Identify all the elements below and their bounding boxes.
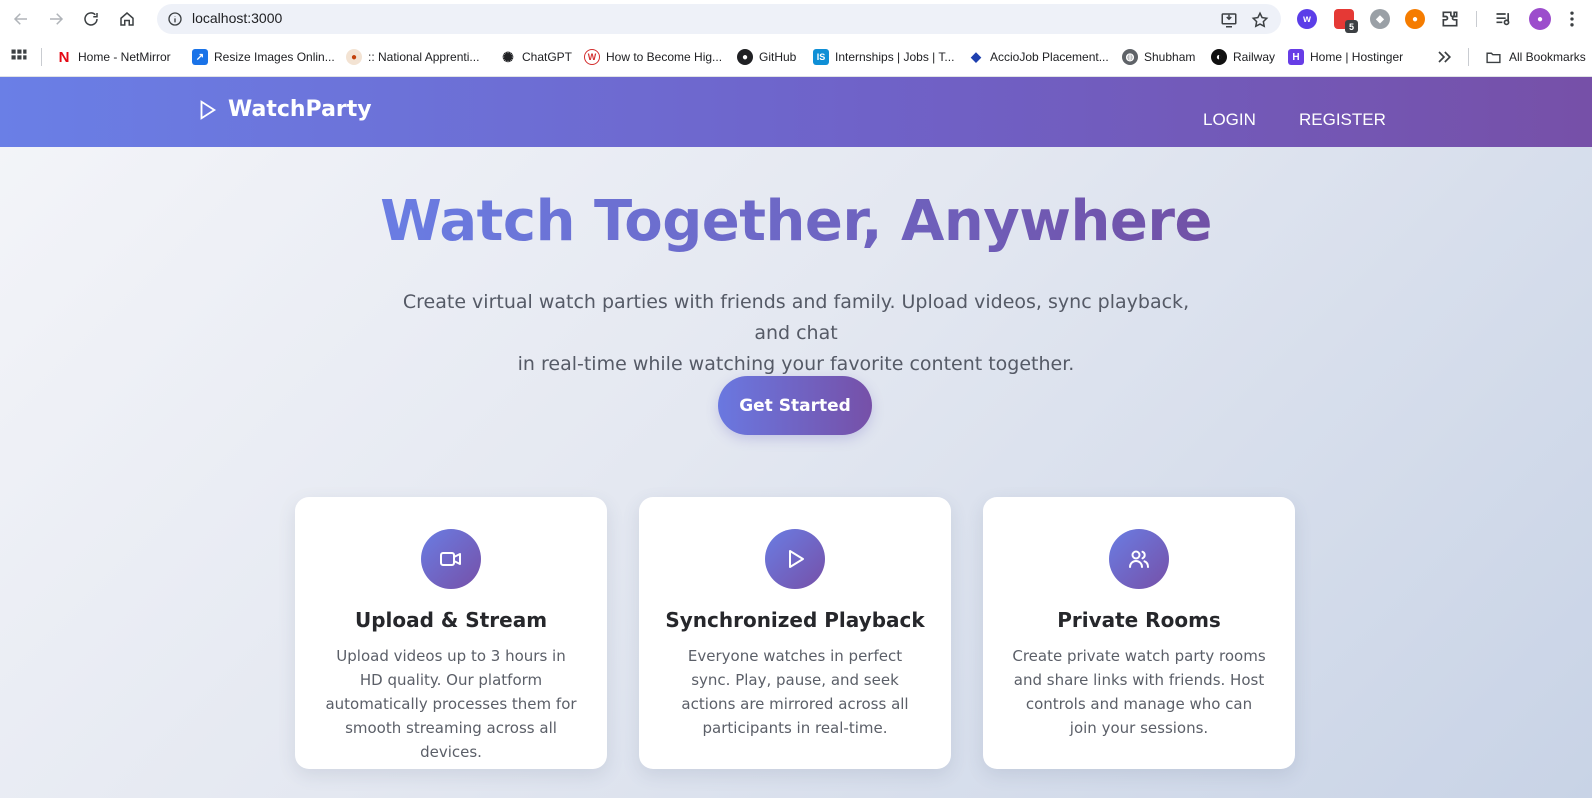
bookmark-label: Resize Images Onlin...	[214, 50, 335, 64]
all-bookmarks-button[interactable]: All Bookmarks	[1485, 47, 1586, 67]
feature-card-rooms: Private Rooms Create private watch party…	[983, 497, 1295, 769]
railway-icon: ◐	[1211, 49, 1227, 65]
bookmark-label: Railway	[1233, 50, 1276, 64]
hero-subtitle: Create virtual watch parties with friend…	[385, 287, 1207, 380]
bookmark-item[interactable]: ● GitHub	[737, 47, 796, 67]
extension-fox-icon[interactable]: ●	[1405, 9, 1425, 29]
back-button[interactable]	[8, 7, 34, 31]
back-arrow-icon	[13, 13, 27, 25]
site-info-icon[interactable]	[167, 11, 183, 27]
resize-icon: ↗	[192, 49, 208, 65]
bookmark-item[interactable]: H Home | Hostinger	[1288, 47, 1403, 67]
url-text[interactable]: localhost:3000	[192, 10, 282, 26]
feature-card-sync: Synchronized Playback Everyone watches i…	[639, 497, 951, 769]
home-button[interactable]	[114, 7, 140, 31]
bookmark-label: ChatGPT	[522, 50, 573, 64]
internshala-icon: IS	[813, 49, 829, 65]
hero-title-text: Watch Together, Anywhere	[380, 189, 1212, 254]
folder-icon	[1486, 52, 1501, 63]
bookmark-item[interactable]: IS Internships | Jobs | T...	[813, 47, 954, 67]
bookmark-item[interactable]: ✺ ChatGPT	[500, 47, 572, 67]
chatgpt-icon: ✺	[502, 48, 514, 65]
bookmarks-bar: N Home - NetMirror ↗ Resize Images Onlin…	[0, 38, 1592, 77]
bookmark-label: Home - NetMirror	[78, 50, 171, 64]
feature-card-upload: Upload & Stream Upload videos up to 3 ho…	[295, 497, 607, 769]
apprentice-icon: ●	[346, 49, 362, 65]
address-bar[interactable]: localhost:3000	[157, 4, 1281, 34]
menu-kebab-icon[interactable]	[1562, 9, 1582, 29]
hero-title: Watch Together, Anywhere	[0, 189, 1592, 254]
play-logo-icon	[200, 99, 217, 120]
video-camera-icon	[421, 529, 481, 589]
browser-toolbar: localhost:3000 w 5 ◆ ● ●	[0, 0, 1592, 38]
bookmark-item[interactable]: ◐ Railway	[1211, 47, 1275, 67]
install-app-icon[interactable]	[1220, 11, 1238, 29]
bookmark-item[interactable]: W How to Become Hig...	[584, 47, 722, 67]
profile-avatar[interactable]: ●	[1529, 8, 1551, 30]
bookmark-item[interactable]: ● :: National Apprenti...	[346, 47, 479, 67]
feature-title: Upload & Stream	[354, 608, 548, 632]
github-icon: ●	[737, 49, 753, 65]
reload-button[interactable]	[78, 7, 104, 31]
extension-shield-icon[interactable]: 5	[1334, 9, 1358, 33]
feature-description: Upload videos up to 3 hours in HD qualit…	[325, 647, 577, 761]
netmirror-icon: N	[58, 48, 70, 66]
feature-description: Everyone watches in perfect sync. Play, …	[681, 647, 909, 737]
bookmark-label: Home | Hostinger	[1310, 50, 1404, 64]
extension-guard-icon[interactable]: ◆	[1370, 9, 1390, 29]
forward-button[interactable]	[43, 7, 69, 31]
bookmark-label: :: National Apprenti...	[368, 50, 480, 64]
home-icon	[120, 12, 134, 26]
brand-logo-link[interactable]: WatchParty	[196, 97, 372, 122]
bookmark-label: How to Become Hig...	[606, 50, 723, 64]
all-bookmarks-label: All Bookmarks	[1509, 50, 1586, 64]
forward-arrow-icon	[50, 13, 64, 25]
more-bookmarks-icon[interactable]	[1434, 47, 1454, 67]
bookmark-label: Shubham	[1144, 50, 1196, 64]
feature-description: Create private watch party rooms and sha…	[1012, 647, 1266, 737]
brand-name: WatchParty	[228, 97, 372, 122]
extension-badge: 5	[1345, 20, 1358, 33]
bookmark-label: Internships | Jobs | T...	[835, 50, 955, 64]
extension-w-icon[interactable]: w	[1297, 9, 1317, 29]
bookmark-item[interactable]: ◍ Shubham	[1122, 47, 1195, 67]
media-controls-icon[interactable]	[1494, 9, 1514, 29]
bookmark-label: AccioJob Placement...	[990, 50, 1109, 64]
hero-subtitle-line2: in real-time while watching your favorit…	[517, 353, 1075, 375]
extensions-puzzle-icon[interactable]	[1440, 9, 1460, 29]
login-link[interactable]: LOGIN	[1203, 110, 1256, 130]
hostinger-icon: H	[1288, 49, 1304, 65]
get-started-button[interactable]: Get Started	[718, 376, 872, 435]
hero-subtitle-line1: Create virtual watch parties with friend…	[402, 291, 1190, 344]
bookmark-item[interactable]: ◆ AccioJob Placement...	[968, 47, 1109, 67]
bookmark-label: GitHub	[759, 50, 797, 64]
reload-icon	[84, 12, 98, 26]
globe-icon: ◍	[1122, 49, 1138, 65]
play-icon	[765, 529, 825, 589]
apps-grid-icon[interactable]	[9, 47, 29, 67]
feature-title: Synchronized Playback	[665, 608, 925, 632]
bookmark-item[interactable]: N Home - NetMirror	[56, 47, 171, 67]
register-link[interactable]: REGISTER	[1299, 110, 1386, 130]
bookmark-item[interactable]: ↗ Resize Images Onlin...	[192, 47, 335, 67]
bookmark-star-icon[interactable]	[1251, 11, 1269, 29]
users-icon	[1109, 529, 1169, 589]
page-viewport: WatchParty LOGIN REGISTER Watch Together…	[0, 77, 1592, 798]
w-icon: W	[584, 49, 600, 65]
site-header: WatchParty LOGIN REGISTER	[0, 77, 1592, 147]
feature-title: Private Rooms	[1057, 608, 1221, 632]
acciojob-icon: ◆	[971, 49, 981, 64]
